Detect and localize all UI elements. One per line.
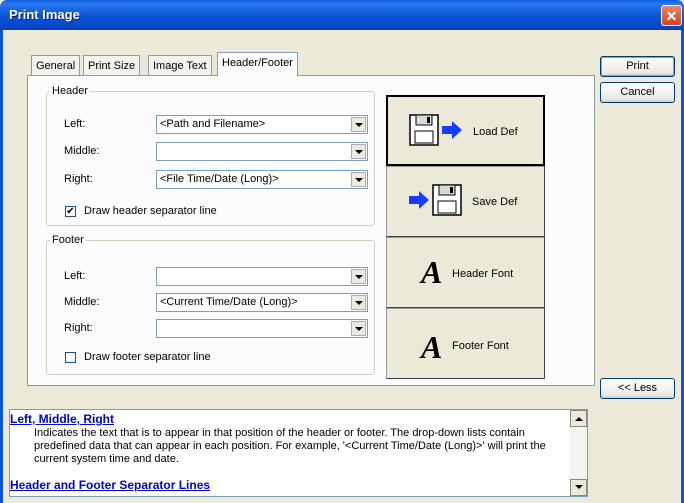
header-font-label: Header Font [452, 268, 514, 280]
chevron-down-icon[interactable] [351, 117, 366, 132]
close-icon[interactable]: ✕ [661, 5, 682, 26]
help-scrollbar[interactable] [570, 410, 587, 496]
footer-right-label: Right: [64, 322, 93, 334]
chevron-down-icon[interactable] [351, 269, 366, 284]
header-right-label: Right: [64, 173, 93, 185]
window-title: Print Image [9, 7, 80, 22]
tab-general[interactable]: General [31, 55, 81, 75]
help-heading-left-middle-right: Left, Middle, Right [10, 412, 114, 426]
arrow-floppy-icon [409, 184, 462, 216]
footer-legend: Footer [52, 234, 84, 246]
print-button[interactable]: Print [600, 56, 675, 77]
footer-separator-label: Draw footer separator line [84, 351, 211, 363]
header-left-label: Left: [64, 118, 86, 130]
tab-header-footer[interactable]: Header/Footer [217, 52, 298, 76]
header-middle-label: Middle: [64, 145, 100, 157]
header-right-select[interactable]: <File Time/Date (Long)> [156, 170, 368, 189]
header-left-value: <Path and Filename> [160, 118, 266, 130]
header-separator-label: Draw header separator line [84, 205, 217, 217]
save-def-label: Save Def [472, 196, 518, 208]
help-heading-separator-lines: Header and Footer Separator Lines [10, 478, 211, 492]
header-legend: Header [52, 85, 89, 97]
font-icon: A [421, 329, 443, 365]
floppy-arrow-icon [409, 114, 462, 146]
save-def-button[interactable]: Save Def [386, 166, 545, 237]
load-def-label: Load Def [473, 126, 518, 138]
footer-right-select[interactable] [156, 319, 368, 338]
chevron-down-icon[interactable] [351, 321, 366, 336]
footer-font-button[interactable]: A Footer Font [386, 308, 545, 379]
header-right-value: <File Time/Date (Long)> [160, 173, 279, 185]
load-def-button[interactable]: Load Def [386, 95, 545, 166]
less-button[interactable]: << Less [600, 378, 675, 399]
footer-left-select[interactable] [156, 267, 368, 286]
header-separator-checkbox[interactable]: ✔ [65, 206, 76, 217]
help-body-text: Indicates the text that is to appear in … [34, 427, 546, 465]
chevron-down-icon[interactable] [351, 295, 366, 310]
help-text-area[interactable]: Left, Middle, Right Indicates the text t… [9, 409, 588, 497]
tab-print-size[interactable]: Print Size [83, 55, 141, 75]
footer-font-label: Footer Font [452, 340, 509, 352]
scroll-down-icon[interactable] [570, 479, 587, 496]
window-frame-left [0, 30, 3, 503]
header-middle-select[interactable] [156, 142, 368, 161]
font-icon: A [421, 254, 443, 290]
footer-left-label: Left: [64, 270, 86, 282]
scroll-up-icon[interactable] [570, 410, 587, 427]
footer-middle-value: <Current Time/Date (Long)> [160, 296, 298, 308]
chevron-down-icon[interactable] [351, 144, 366, 159]
footer-middle-label: Middle: [64, 296, 100, 308]
header-font-button[interactable]: A Header Font [386, 237, 545, 308]
footer-middle-select[interactable]: <Current Time/Date (Long)> [156, 293, 368, 312]
footer-separator-checkbox[interactable] [65, 352, 76, 363]
chevron-down-icon[interactable] [351, 172, 366, 187]
cancel-button[interactable]: Cancel [600, 82, 675, 103]
header-left-select[interactable]: <Path and Filename> [156, 115, 368, 134]
tab-image-text[interactable]: Image Text [148, 55, 212, 75]
title-bar[interactable]: Print Image ✕ [0, 0, 684, 30]
